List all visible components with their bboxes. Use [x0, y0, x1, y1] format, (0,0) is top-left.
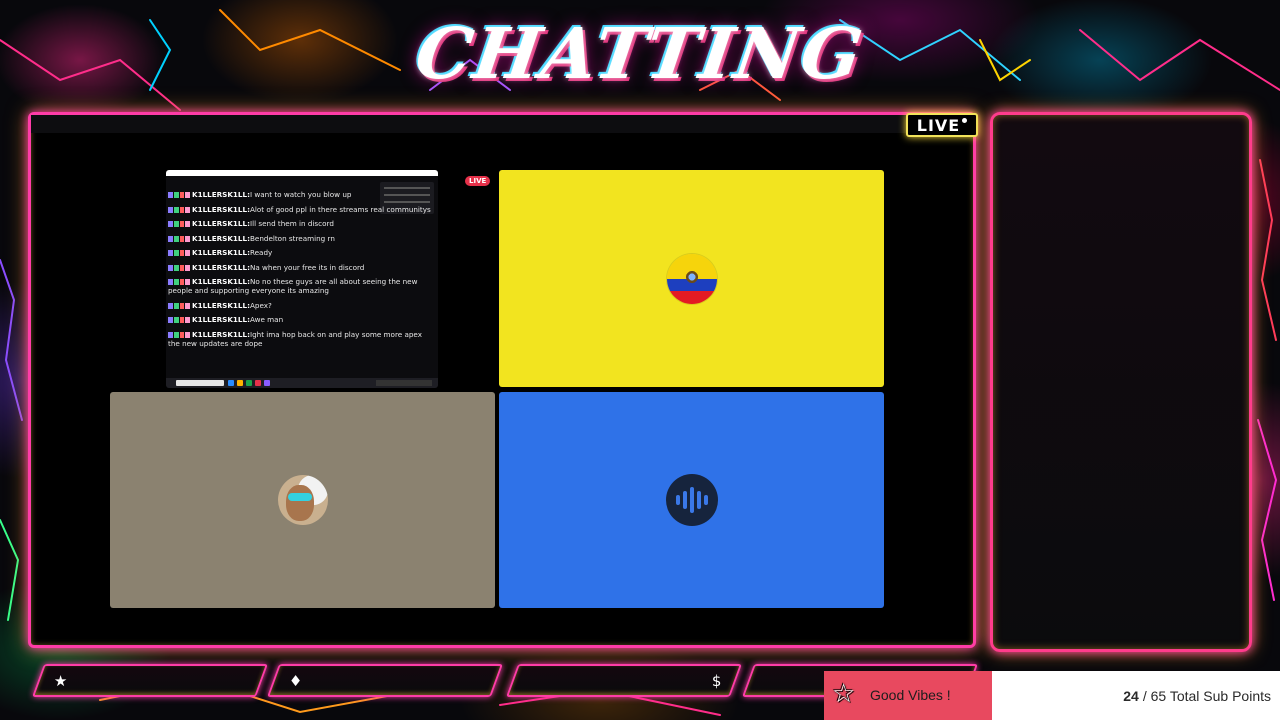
user-badges-icon: [168, 250, 190, 256]
diamond-icon: ♦: [288, 672, 303, 690]
chat-message: K1LLERSK1LL:Awe man: [168, 315, 436, 324]
chat-message: K1LLERSK1LL:Na when your free its in dis…: [168, 263, 436, 272]
sub-goal-current: 24: [1123, 687, 1139, 704]
chat-message: K1LLERSK1LL:Alot of good ppl in there st…: [168, 205, 436, 214]
user-badges-icon: [168, 264, 190, 271]
participant-tile-audio[interactable]: [499, 392, 884, 608]
sub-goal-label-panel: ☆ Good Vibes !: [824, 671, 992, 720]
chat-message: K1LLERSK1LL:Ready: [168, 248, 436, 257]
user-badges-icon: [168, 192, 190, 198]
user-badges-icon: [168, 235, 190, 242]
side-frame: [990, 112, 1252, 652]
live-dot-icon: [962, 117, 968, 123]
chat-message: K1LLERSK1LL:Apex?: [168, 301, 436, 310]
chat-message-list: K1LLERSK1LL:I want to watch you blow up …: [168, 190, 436, 353]
star-icon: ☆: [832, 679, 856, 709]
chat-message: K1LLERSK1LL:Bendelton streaming rn: [168, 234, 436, 243]
user-badges-icon: [168, 221, 190, 227]
audio-wave-avatar-icon: [665, 474, 718, 526]
sub-goal-progress: 24 / 65 Total Sub Points: [992, 671, 1280, 720]
live-badge: LIVE: [906, 113, 978, 137]
frame-topbar: [31, 115, 973, 133]
bottom-bar-donation: $: [505, 664, 743, 697]
taskbar-tray: [376, 380, 432, 386]
user-badges-icon: [168, 279, 190, 285]
ecuador-flag-avatar-icon: [666, 253, 717, 304]
participant-tile-flag[interactable]: [499, 170, 884, 387]
bottom-bar-sub: ♦: [266, 664, 504, 697]
user-badges-icon: [168, 206, 190, 213]
dollar-icon: $: [712, 672, 722, 690]
bottom-bar-follower: ★: [31, 664, 269, 697]
chat-message: K1LLERSK1LL:No no these guys are all abo…: [168, 277, 418, 295]
sub-goal-total: / 65 Total Sub Points: [1142, 687, 1271, 704]
user-badges-icon: [168, 317, 190, 323]
chat-message: K1LLERSK1LL:Ill send them in discord: [168, 219, 436, 228]
scene-title: CHATTING: [410, 12, 870, 95]
chat-screen-tile[interactable]: K1LLERSK1LL:I want to watch you blow up …: [166, 170, 438, 388]
chat-message: K1LLERSK1LL:I want to watch you blow up: [168, 190, 436, 199]
participant-tile-webcam[interactable]: [110, 392, 495, 608]
taskbar-apps: [228, 380, 270, 386]
user-badges-icon: [168, 302, 190, 309]
user-badges-icon: [168, 331, 190, 338]
sub-goal-widget: ☆ Good Vibes ! 24 / 65 Total Sub Points: [824, 671, 1280, 720]
chat-message: K1LLERSK1LL:Ight ima hop back on and pla…: [168, 329, 422, 348]
windows-taskbar: [166, 378, 438, 388]
sub-goal-label: Good Vibes !: [870, 687, 951, 703]
star-icon: ★: [53, 672, 68, 690]
webcam-avatar-icon: [277, 475, 328, 525]
live-badge-text: LIVE: [916, 115, 961, 135]
tile-live-pill: LIVE: [465, 176, 491, 186]
window-titlebar: [166, 170, 438, 176]
taskbar-search: [176, 380, 224, 386]
